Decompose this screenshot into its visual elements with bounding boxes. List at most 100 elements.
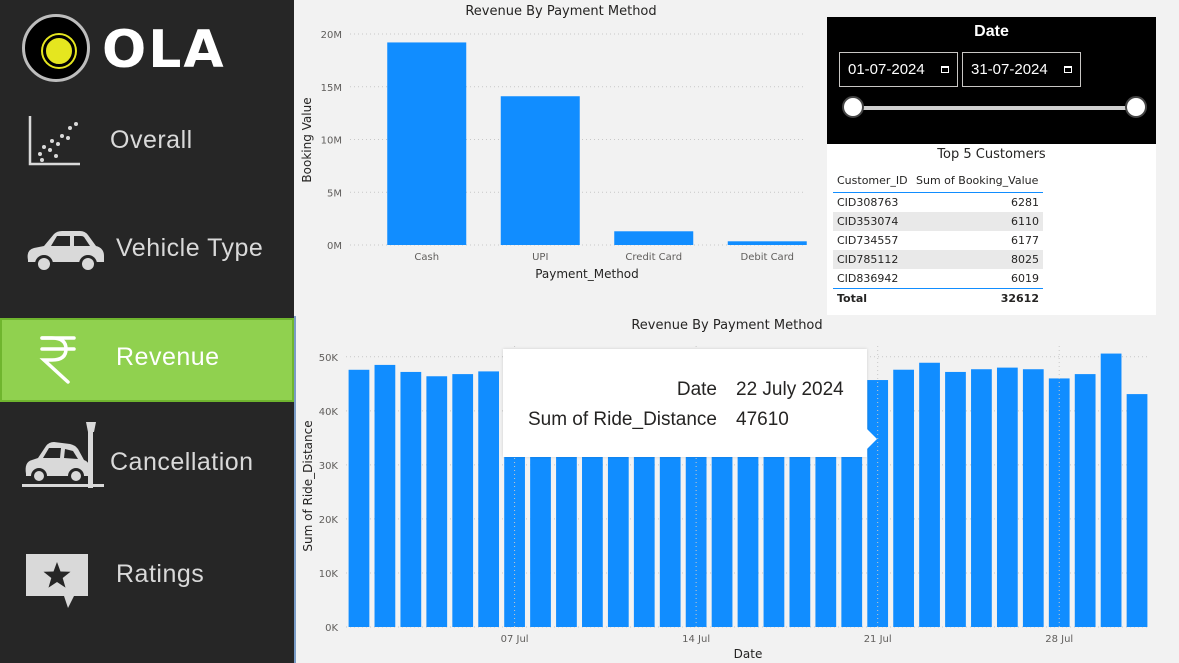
bar[interactable]	[387, 42, 467, 245]
booking-value-cell: 6019	[1011, 272, 1039, 285]
table-row[interactable]: CID785112 8025	[833, 250, 1043, 269]
y-tick-label: 5M	[327, 188, 342, 199]
bar[interactable]	[1126, 394, 1148, 627]
date-range-slider-track[interactable]	[853, 106, 1137, 110]
sidebar-item-ratings[interactable]: Ratings	[0, 530, 294, 614]
sidebar-item-label: Cancellation	[110, 448, 254, 476]
customer-id-cell: CID836942	[837, 272, 899, 285]
customer-id-cell: CID353074	[833, 212, 913, 231]
table-total-row: Total 32612	[833, 288, 1043, 308]
chart-tooltip: Date 22 July 2024 Sum of Ride_Distance 4…	[503, 349, 877, 457]
column-header[interactable]: Customer_ID	[833, 168, 913, 193]
sidebar-item-label: Ratings	[116, 560, 205, 588]
top-customers-table: Customer_ID Sum of Booking_Value CID3087…	[833, 168, 1043, 308]
calendar-icon[interactable]	[1064, 66, 1072, 73]
y-tick-label: 15M	[321, 83, 342, 94]
y-tick-label: 0K	[325, 623, 338, 634]
payment-method-bar-chart: 0M 5M 10M 15M 20M Cash UPI Credit Card Debit Car…	[300, 30, 807, 281]
y-tick-label: 10M	[321, 136, 342, 147]
table-row[interactable]: CID308763 6281	[833, 193, 1043, 213]
bar[interactable]	[374, 364, 396, 627]
sidebar-item-overall[interactable]: Overall	[0, 98, 294, 182]
tooltip-metric-label: Sum of Ride_Distance	[527, 409, 717, 430]
total-label: Total	[833, 288, 913, 308]
sidebar-item-revenue[interactable]: Revenue	[0, 318, 294, 402]
tooltip-date-label: Date	[676, 379, 717, 400]
sidebar-item-vehicle-type[interactable]: Vehicle Type	[0, 206, 294, 290]
total-value: 32612	[912, 288, 1043, 308]
x-tick-label: 28 Jul	[1045, 634, 1073, 645]
sidebar: OLA Overall Vehicle Type Revenue Cancell…	[0, 0, 294, 663]
bar[interactable]	[478, 371, 500, 627]
x-tick-label: 21 Jul	[864, 634, 892, 645]
x-tick-label: Cash	[414, 252, 439, 263]
bar[interactable]	[452, 374, 474, 627]
bar[interactable]	[1074, 374, 1096, 627]
tooltip-date-value: 22 July 2024	[736, 379, 844, 400]
x-tick-label: 07 Jul	[501, 634, 529, 645]
bar[interactable]	[867, 380, 889, 627]
car-crash-icon	[22, 422, 104, 488]
bar[interactable]	[1022, 369, 1044, 627]
bar[interactable]	[996, 367, 1018, 627]
y-tick-label: 20K	[319, 515, 339, 526]
sidebar-item-label: Overall	[110, 126, 193, 154]
x-tick-label: Debit Card	[741, 252, 794, 263]
y-tick-label: 50K	[319, 353, 339, 364]
column-header[interactable]: Sum of Booking_Value	[912, 168, 1043, 193]
calendar-icon[interactable]	[941, 66, 949, 73]
start-date-input[interactable]: 01-07-2024	[839, 52, 958, 87]
y-tick-label: 20M	[321, 30, 342, 41]
customer-id-cell: CID308763	[837, 196, 899, 209]
customer-id-cell: CID734557	[837, 234, 899, 247]
y-tick-label: 10K	[319, 569, 339, 580]
bar[interactable]	[500, 96, 580, 246]
y-tick-label: 40K	[319, 407, 339, 418]
sidebar-item-label: Vehicle Type	[116, 234, 264, 262]
bar[interactable]	[400, 371, 422, 627]
table-title: Top 5 Customers	[937, 147, 1046, 162]
sidebar-item-label: Revenue	[116, 343, 220, 371]
table-row[interactable]: CID734557 6177	[833, 231, 1043, 250]
end-date-input[interactable]: 31-07-2024	[962, 52, 1081, 87]
booking-value-cell: 6110	[912, 212, 1043, 231]
booking-value-cell: 6281	[1011, 196, 1039, 209]
bar[interactable]	[348, 369, 370, 627]
y-axis-title: Sum of Ride_Distance	[301, 420, 315, 551]
bar[interactable]	[971, 369, 992, 627]
y-axis-title: Booking Value	[300, 97, 314, 182]
booking-value-cell: 6177	[1011, 234, 1039, 247]
bar[interactable]	[426, 376, 448, 627]
table-row[interactable]: CID836942 6019	[833, 269, 1043, 289]
top-customers-table-panel: Top 5 Customers Customer_ID Sum of Booki…	[827, 144, 1156, 315]
tooltip-arrow	[867, 429, 877, 449]
y-tick-label: 0M	[327, 241, 342, 252]
x-tick-label: UPI	[532, 252, 548, 263]
bar[interactable]	[727, 241, 807, 245]
logo-text: OLA	[102, 20, 226, 80]
sidebar-item-cancellation[interactable]: Cancellation	[0, 412, 294, 496]
table-row[interactable]: CID353074 6110	[833, 212, 1043, 231]
x-axis-title: Date	[734, 647, 763, 661]
rupee-icon	[39, 336, 76, 384]
date-range-start-handle[interactable]	[842, 96, 864, 118]
payment-method-chart-panel: Revenue By Payment Method 0M 5M 10M 15M 20M C…	[294, 0, 824, 316]
date-slicer-title: Date	[974, 23, 1009, 40]
y-tick-label: 30K	[319, 461, 339, 472]
scatter-chart-icon	[28, 116, 80, 166]
customer-id-cell: CID785112	[833, 250, 913, 269]
x-tick-label: Credit Card	[625, 252, 682, 263]
bar[interactable]	[1100, 353, 1122, 627]
bar[interactable]	[893, 369, 914, 627]
bar[interactable]	[945, 371, 966, 627]
start-date-value: 01-07-2024	[848, 61, 925, 78]
star-speech-bubble-icon	[26, 554, 88, 608]
logo-ring-icon	[22, 14, 90, 82]
ola-logo: OLA	[22, 14, 252, 86]
bar[interactable]	[614, 231, 694, 245]
x-axis-title: Payment_Method	[535, 267, 639, 281]
bar[interactable]	[919, 362, 940, 627]
date-range-end-handle[interactable]	[1125, 96, 1147, 118]
car-icon	[27, 231, 105, 273]
end-date-value: 31-07-2024	[971, 61, 1048, 78]
